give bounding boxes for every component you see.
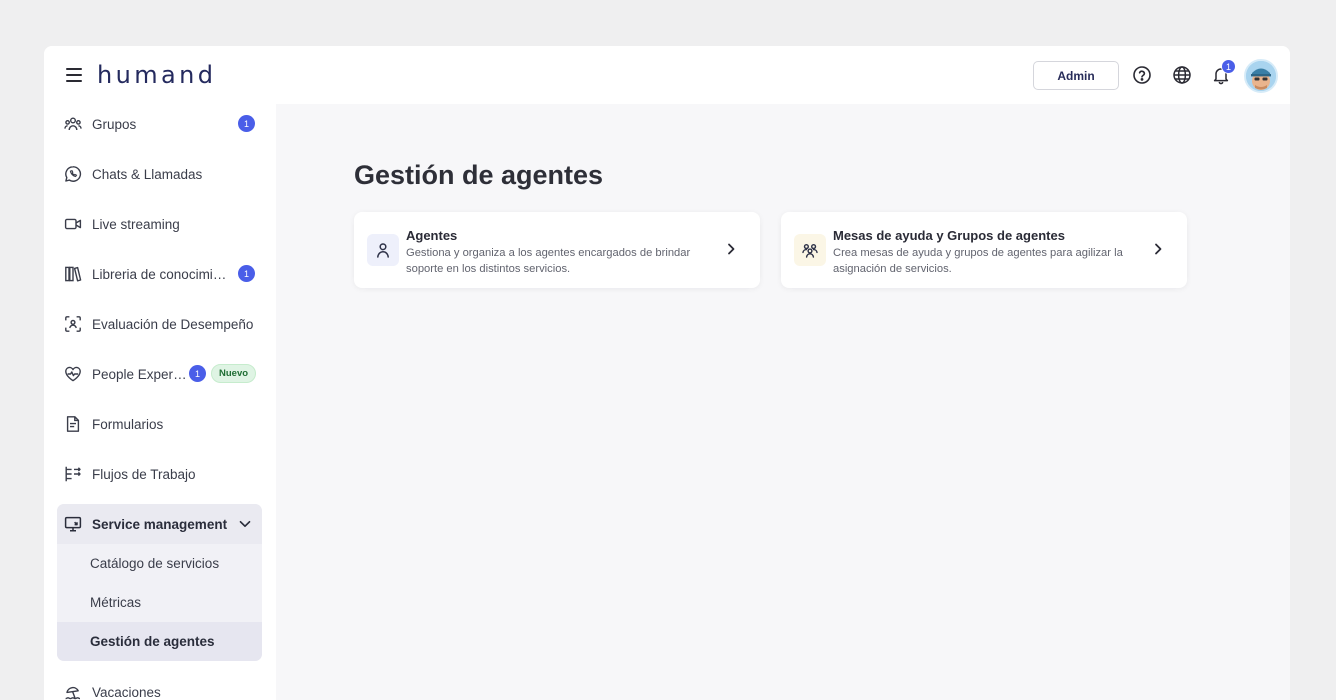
sidebar-item-chats[interactable]: Chats & Llamadas xyxy=(58,154,262,194)
sidebar-item-service-management[interactable]: Service management xyxy=(57,504,262,544)
sidebar-item-flujos[interactable]: Flujos de Trabajo xyxy=(58,454,262,494)
service-management-group: Service management Catálogo de servicios… xyxy=(57,504,262,661)
admin-button[interactable]: Admin xyxy=(1033,61,1119,90)
chevron-right-icon xyxy=(1155,243,1162,255)
sidebar-subitem-gestion-agentes[interactable]: Gestión de agentes xyxy=(57,622,262,661)
sidebar-item-label: Service management xyxy=(92,516,228,532)
sidebar-item-grupos[interactable]: Grupos 1 xyxy=(58,104,262,144)
library-books-icon xyxy=(63,264,83,284)
card-mesas-de-ayuda[interactable]: Mesas de ayuda y Grupos de agentes Crea … xyxy=(781,212,1187,288)
form-document-icon xyxy=(63,414,83,434)
help-icon[interactable] xyxy=(1132,65,1152,85)
new-badge: Nuevo xyxy=(211,364,257,383)
sidebar-item-label: Chats & Llamadas xyxy=(92,166,203,182)
sidebar-item-evaluacion[interactable]: Evaluación de Desempeño xyxy=(58,304,262,344)
sidebar-item-live-streaming[interactable]: Live streaming xyxy=(58,204,262,244)
card-description: Gestiona y organiza a los agentes encarg… xyxy=(406,247,691,275)
sidebar-item-libreria[interactable]: Libreria de conocimie… 1 xyxy=(58,254,262,294)
page-title: Gestión de agentes xyxy=(354,160,604,190)
sidebar-item-label: Libreria de conocimie… xyxy=(92,266,232,282)
monitor-service-icon xyxy=(63,514,83,534)
video-camera-icon xyxy=(63,214,83,234)
sidebar-item-label: People Experi… xyxy=(92,366,187,382)
sidebar-item-vacaciones[interactable]: Vacaciones xyxy=(58,672,262,700)
sidebar-item-label: Evaluación de Desempeño xyxy=(92,316,254,332)
card-title: Mesas de ayuda y Grupos de agentes xyxy=(833,228,1065,243)
focus-person-icon xyxy=(63,314,83,334)
card-agentes[interactable]: Agentes Gestiona y organiza a los agente… xyxy=(354,212,760,288)
beach-icon xyxy=(63,682,83,700)
users-icon xyxy=(63,114,83,134)
count-badge: 1 xyxy=(189,365,206,382)
avatar[interactable] xyxy=(1244,59,1278,93)
workflow-icon xyxy=(63,464,83,484)
sidebar-subitem-metricas[interactable]: Métricas xyxy=(57,583,262,622)
count-badge: 1 xyxy=(238,115,255,132)
sidebar: Grupos 1 Chats & Llamadas Live streaming xyxy=(44,104,276,700)
whatsapp-chat-icon xyxy=(63,164,83,184)
count-badge: 1 xyxy=(238,265,255,282)
notification-badge: 1 xyxy=(1221,59,1236,74)
group-icon xyxy=(794,234,826,266)
menu-icon[interactable] xyxy=(66,68,82,82)
chevron-right-icon xyxy=(728,243,735,255)
card-description: Crea mesas de ayuda y grupos de agentes … xyxy=(833,247,1123,275)
sidebar-item-label: Formularios xyxy=(92,416,164,432)
sidebar-item-label: Live streaming xyxy=(92,216,180,232)
person-icon xyxy=(367,234,399,266)
chevron-down-icon[interactable] xyxy=(238,517,252,531)
humand-logo[interactable]: humand xyxy=(97,61,216,89)
globe-icon[interactable] xyxy=(1172,65,1192,85)
top-bar: humand Admin 1 xyxy=(44,46,1290,104)
main-content: Gestión de agentes Agentes Gestiona y or… xyxy=(276,104,1290,700)
heart-pulse-icon xyxy=(63,364,83,384)
sidebar-item-people-experience[interactable]: People Experi… 1 Nuevo xyxy=(58,354,262,394)
app-window: humand Admin 1 Grupos 1 Chats & Llamadas… xyxy=(44,46,1290,700)
card-title: Agentes xyxy=(406,228,458,243)
sidebar-item-formularios[interactable]: Formularios xyxy=(58,404,262,444)
sidebar-item-label: Vacaciones xyxy=(92,684,161,700)
sidebar-item-label: Flujos de Trabajo xyxy=(92,466,196,482)
sidebar-item-label: Grupos xyxy=(92,116,137,132)
sidebar-subitem-catalogo[interactable]: Catálogo de servicios xyxy=(57,544,262,583)
